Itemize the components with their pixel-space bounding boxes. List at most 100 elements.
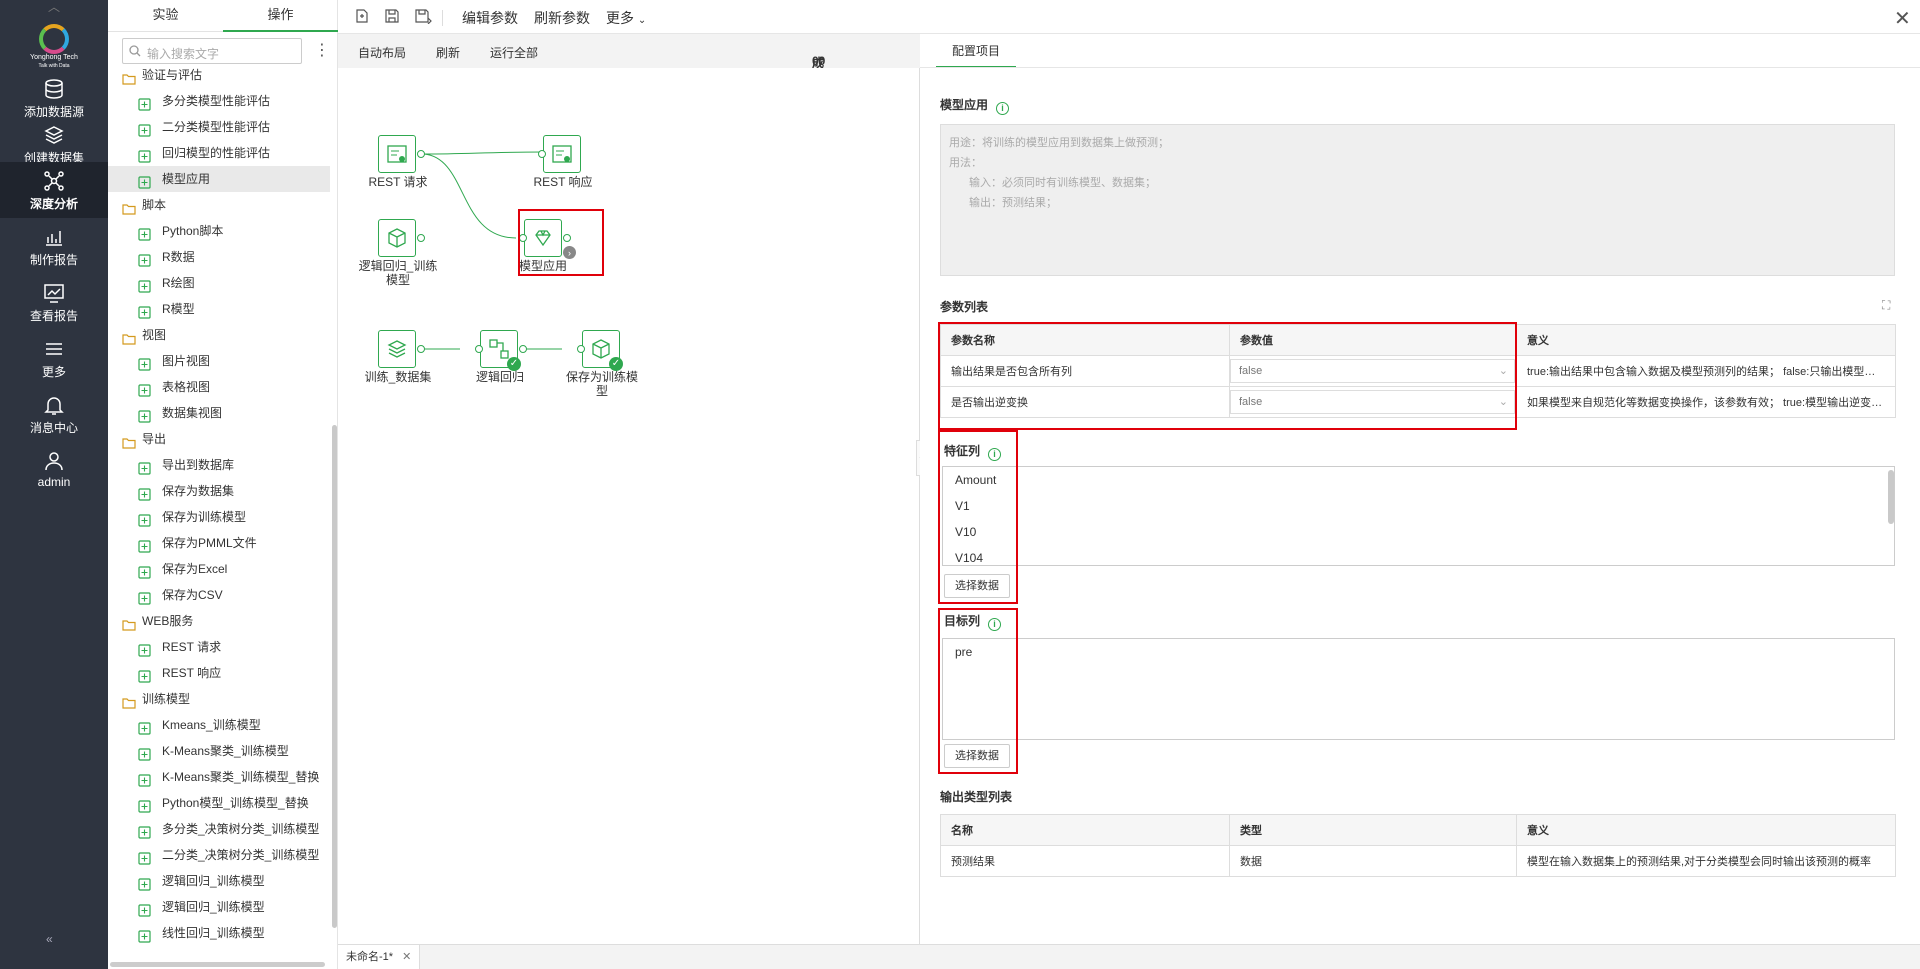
tree-item[interactable]: REST 响应 [108,660,330,686]
tree-item[interactable]: 表格视图 [108,374,330,400]
tree-label: 数据集视图 [162,406,223,420]
list-item[interactable]: V104 [943,545,1894,565]
sidebar-horizontal-scrollbar[interactable] [110,962,325,967]
node-logistic-regression-model[interactable] [378,219,416,257]
tree-folder[interactable]: 脚本 [108,192,330,218]
auto-layout-button[interactable]: 自动布局 [358,44,406,61]
search-input[interactable]: 输入搜索文字 [122,38,302,64]
list-item[interactable]: Amount [943,467,1894,493]
tab-operation[interactable]: 操作 [223,0,338,32]
tree-item[interactable]: 保存为数据集 [108,478,330,504]
nav-item-more[interactable]: 更多 [0,330,108,386]
tree-item[interactable]: R绘图 [108,270,330,296]
tab-experiment[interactable]: 实验 [108,0,223,32]
nav-item-view-report[interactable]: 查看报告 [0,274,108,330]
list-item[interactable]: pre [943,639,1894,665]
features-scrollbar[interactable] [1888,470,1894,524]
tree-label: 训练模型 [142,692,191,706]
tree-item[interactable]: 二分类模型性能评估 [108,114,330,140]
tree-item[interactable]: 多分类_决策树分类_训练模型 [108,816,330,842]
nav-label: 深度分析 [29,197,78,211]
operator-icon [138,276,151,296]
target-list[interactable]: pre [942,638,1895,740]
operator-icon [138,588,151,608]
run-all-button[interactable]: 运行全部 [490,44,538,61]
tree-item[interactable]: 保存为Excel [108,556,330,582]
tree-item[interactable]: Python模型_训练模型_替换 [108,790,330,816]
save-as-icon[interactable] [414,8,432,27]
tree-folder[interactable]: 导出 [108,426,330,452]
tree-item[interactable]: 二分类_决策树分类_训练模型 [108,842,330,868]
tree-folder[interactable]: 视图 [108,322,330,348]
node-label: 逻辑回归 [475,370,524,384]
col-header: 名称 [940,814,1230,846]
output-port[interactable] [417,234,425,242]
nav-item-user[interactable]: admin [0,442,108,498]
close-icon[interactable]: ✕ [1894,6,1911,31]
output-port[interactable] [519,345,527,353]
input-port[interactable] [538,150,546,158]
sidebar-scrollbar[interactable] [332,425,337,928]
output-port[interactable] [417,345,425,353]
node-rest-request[interactable] [378,135,416,173]
flow-icon [489,339,509,359]
tab-config-items[interactable]: 配置项目 [936,34,1016,68]
expand-icon[interactable]: ⛶ [1882,298,1890,313]
tree-item[interactable]: Python脚本 [108,218,330,244]
tree-item[interactable]: K-Means聚类_训练模型 [108,738,330,764]
operator-icon [138,250,151,270]
more-options-icon[interactable]: ⋮ [314,40,330,60]
tree-label: 图片视图 [162,354,211,368]
node-train-dataset[interactable] [378,330,416,368]
tree-item[interactable]: 保存为PMML文件 [108,530,330,556]
refresh-params-button[interactable]: 刷新参数 [534,8,590,28]
tree-item[interactable]: 回归模型的性能评估 [108,140,330,166]
doc-tab[interactable]: 未命名-1* ✕ [338,945,421,969]
input-port[interactable] [475,345,483,353]
nav-item-deep-analysis[interactable]: 深度分析 [0,162,108,218]
node-rest-response[interactable] [543,135,581,173]
tree-item[interactable]: R模型 [108,296,330,322]
new-file-icon[interactable] [354,8,370,27]
refresh-button[interactable]: 刷新 [436,44,460,61]
close-tab-icon[interactable]: ✕ [402,951,411,963]
save-icon[interactable] [384,8,400,27]
tree-item[interactable]: 图片视图 [108,348,330,374]
node-label: REST 响应 [533,175,593,189]
more-menu-button[interactable]: 更多 ⌄ [606,8,646,28]
tree-item[interactable]: 导出到数据库 [108,452,330,478]
info-icon[interactable]: i [996,102,1010,115]
document-tabs: 未命名-1* ✕ [338,944,1920,969]
tree-item[interactable]: Kmeans_训练模型 [108,712,330,738]
tree-folder[interactable]: 验证与评估 [108,68,330,88]
operator-icon [138,744,151,764]
tree-item[interactable]: R数据 [108,244,330,270]
output-port[interactable] [417,150,425,158]
tree-item[interactable]: 保存为训练模型 [108,504,330,530]
tree-item[interactable]: 多分类模型性能评估 [108,88,330,114]
tree-folder[interactable]: 训练模型 [108,686,330,712]
tree-item[interactable]: 数据集视图 [108,400,330,426]
input-port[interactable] [577,345,585,353]
nav-item-make-report[interactable]: 制作报告 [0,218,108,274]
tree-item[interactable]: K-Means聚类_训练模型_替换 [108,764,330,790]
tree-item[interactable]: 保存为CSV [108,582,330,608]
edit-params-button[interactable]: 编辑参数 [462,8,518,28]
highlight-box [938,608,1018,774]
workflow-canvas[interactable]: REST 请求 REST 响应 逻辑回归_训练模型 › 模型应用 训练_数据集 … [338,68,920,944]
logo-slogan: Talk with Data [38,63,70,69]
nav-item-messages[interactable]: 消息中心 [0,386,108,442]
tree-item[interactable]: 线性回归_训练模型 [108,920,330,946]
list-item[interactable]: V10 [943,519,1894,545]
tree-item[interactable]: 逻辑回归_训练模型 [108,894,330,920]
tree-item[interactable]: REST 请求 [108,634,330,660]
tree-folder[interactable]: WEB服务 [108,608,330,634]
chevron-up-icon[interactable]: ︿ [48,0,60,15]
highlight-box [938,430,1018,604]
list-item[interactable]: V1 [943,493,1894,519]
tree-item[interactable]: 逻辑回归_训练模型 [108,868,330,894]
features-list[interactable]: Amount V1 V10 V104 [942,466,1895,566]
operator-icon [138,354,151,374]
collapse-nav-button[interactable]: « [46,932,53,946]
tree-item[interactable]: 模型应用 [108,166,330,192]
